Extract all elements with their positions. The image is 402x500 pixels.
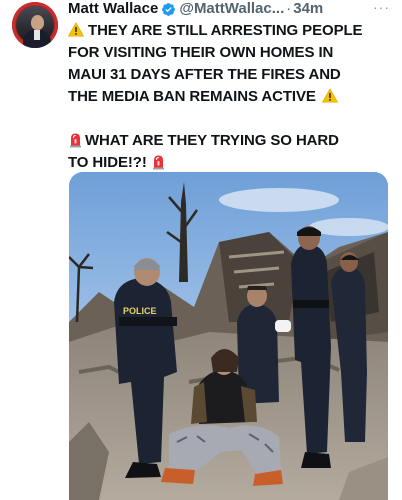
tweet-header: Matt Wallace @MattWallac... · 34m [68, 0, 323, 18]
warning-emoji-icon [321, 88, 338, 103]
tweet-text: THEY ARE STILL ARRESTING PEOPLE FOR VISI… [68, 20, 394, 174]
warning-emoji-icon [68, 22, 84, 37]
arrest-scene-image: POLICE [69, 172, 388, 500]
tweet-timestamp[interactable]: 34m [293, 0, 323, 18]
tweet-line: FOR VISITING THEIR OWN HOMES IN [68, 44, 334, 61]
author-avatar[interactable] [12, 2, 58, 48]
tweet-photo[interactable]: POLICE [69, 172, 388, 500]
police-vest-label: POLICE [123, 306, 157, 316]
tweet-line: MAUI 31 DAYS AFTER THE FIRES AND [68, 66, 341, 83]
author-name[interactable]: Matt Wallace [68, 0, 158, 18]
verified-badge-icon [162, 2, 176, 16]
header-separator: · [286, 0, 292, 17]
police-siren-emoji-icon [70, 133, 81, 148]
tweet-line: THEY ARE STILL ARRESTING PEOPLE [88, 22, 363, 39]
tweet-paragraph-2: WHAT ARE THEY TRYING SO HARD TO HIDE!?! [68, 130, 394, 174]
tweet-line: WHAT ARE THEY TRYING SO HARD [85, 132, 339, 149]
tweet-paragraph-1: THEY ARE STILL ARRESTING PEOPLE FOR VISI… [68, 20, 394, 108]
tweet[interactable]: Matt Wallace @MattWallac... · 34m ··· TH… [0, 0, 402, 500]
author-handle[interactable]: @MattWallac... [179, 0, 284, 18]
police-siren-emoji-icon [152, 155, 164, 170]
avatar-photo [16, 6, 54, 48]
tweet-line: TO HIDE!?! [68, 154, 147, 171]
tweet-line: THE MEDIA BAN REMAINS ACTIVE [68, 88, 316, 105]
more-options-button[interactable]: ··· [373, 0, 390, 14]
